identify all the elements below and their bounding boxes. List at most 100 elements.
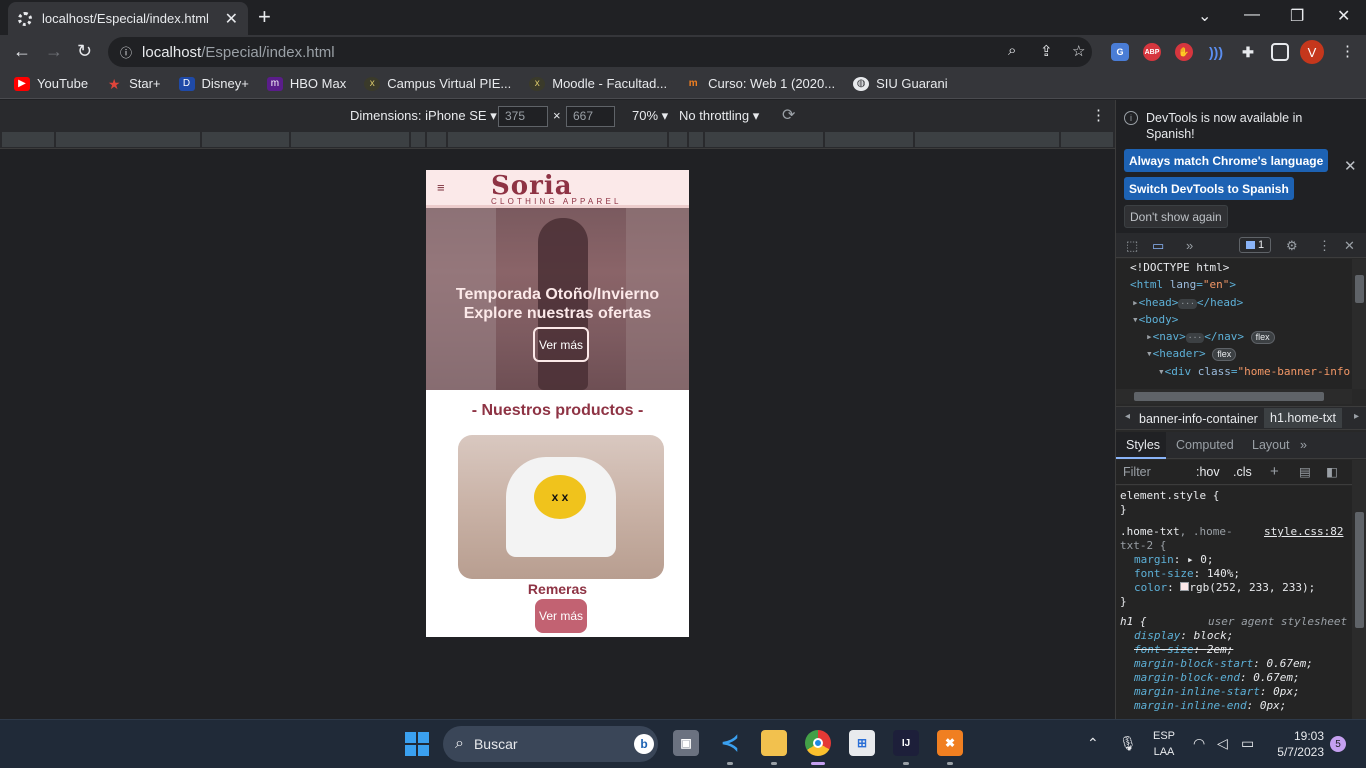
rotate-icon[interactable]: ⟳ — [782, 105, 795, 125]
ruler-segment[interactable] — [56, 132, 200, 147]
bookmark-campus[interactable]: x Campus Virtual PIE... — [364, 76, 511, 91]
task-view-icon[interactable]: ▣ — [673, 730, 699, 756]
banner-ver-mas-button[interactable]: Ver más — [533, 327, 589, 362]
ruler-segment[interactable] — [2, 132, 54, 147]
ruler-segment[interactable] — [1061, 132, 1113, 147]
dom-node[interactable]: <html lang="en"> — [1120, 276, 1352, 293]
switch-to-spanish-button[interactable]: Switch DevTools to Spanish — [1124, 177, 1294, 200]
infobar-close-icon[interactable]: ✕ — [1344, 157, 1357, 175]
breadcrumb-item-selected[interactable]: h1.home-txt — [1264, 408, 1343, 428]
always-match-language-button[interactable]: Always match Chrome's language — [1124, 149, 1329, 172]
hamburger-menu-icon[interactable]: ≡ — [437, 180, 445, 195]
collapse-triangle-icon[interactable]: ▾ — [1158, 365, 1165, 378]
minimize-button[interactable]: — — [1244, 6, 1260, 24]
hov-toggle[interactable]: :hov — [1196, 465, 1220, 479]
issues-counter[interactable]: 1 — [1239, 237, 1271, 253]
extensions-puzzle-icon[interactable]: ✚ — [1239, 43, 1257, 61]
xampp-icon[interactable]: ✖ — [937, 730, 963, 756]
menu-kebab-icon[interactable]: ⋮ — [1340, 42, 1355, 60]
bookmark-starplus[interactable]: ★ Star+ — [106, 76, 161, 91]
breadcrumb-right-icon[interactable]: ▸ — [1354, 411, 1359, 422]
filter-input[interactable]: Filter — [1123, 465, 1151, 479]
site-info-icon[interactable]: ⓘ — [120, 44, 132, 61]
bookmark-star-icon[interactable]: ☆ — [1072, 42, 1085, 60]
dont-show-again-button[interactable]: Don't show again — [1124, 205, 1228, 228]
stylesheet-link[interactable]: style.css:82 — [1264, 525, 1343, 539]
devtools-menu-icon[interactable]: ⋮ — [1318, 238, 1331, 254]
new-rule-plus-icon[interactable]: + — [1270, 463, 1279, 480]
forward-arrow-icon[interactable]: → — [45, 41, 63, 62]
device-options-icon[interactable]: ⋮ — [1091, 106, 1106, 124]
dom-node[interactable]: ▾<body> — [1120, 311, 1352, 328]
cls-toggle[interactable]: .cls — [1233, 465, 1252, 479]
microphone-icon[interactable]: 🎙 — [1119, 735, 1137, 752]
bookmark-youtube[interactable]: ▶ YouTube — [14, 76, 88, 91]
tray-chevron-icon[interactable]: ⌃ — [1087, 735, 1099, 752]
ruler-segment[interactable] — [291, 132, 409, 147]
more-tabs-icon[interactable]: » — [1186, 238, 1193, 253]
wifi-icon[interactable]: ◠ — [1193, 735, 1205, 752]
profile-avatar[interactable]: V — [1300, 40, 1324, 64]
settings-gear-icon[interactable]: ⚙ — [1286, 238, 1298, 254]
computed-sidebar-icon[interactable]: ◧ — [1326, 464, 1338, 479]
waves-icon[interactable]: ))) — [1207, 43, 1225, 61]
new-tab-button[interactable]: + — [258, 4, 271, 30]
address-url[interactable]: localhost/Especial/index.html — [142, 44, 335, 61]
share-icon[interactable]: ⇪ — [1040, 42, 1053, 60]
collapse-triangle-icon[interactable]: ▾ — [1146, 347, 1153, 360]
translate-icon[interactable]: G — [1111, 43, 1129, 61]
side-panel-icon[interactable] — [1271, 43, 1289, 61]
ruler-segment[interactable] — [915, 132, 1059, 147]
ruler-segment[interactable] — [825, 132, 913, 147]
color-format-icon[interactable]: ▤ — [1299, 464, 1311, 479]
product-image[interactable]: x x — [458, 435, 664, 579]
expand-triangle-icon[interactable]: ▸ — [1146, 330, 1153, 343]
window-close-button[interactable]: ✕ — [1337, 6, 1350, 26]
collapse-triangle-icon[interactable]: ▾ — [1132, 313, 1139, 326]
css-rule-h1-user-agent[interactable]: user agent stylesheet h1 { display: bloc… — [1120, 615, 1348, 713]
ruler-segment[interactable] — [689, 132, 703, 147]
ruler-segment[interactable] — [705, 132, 823, 147]
bookmark-siu[interactable]: ◍ SIU Guarani — [853, 76, 948, 91]
store-icon[interactable]: ⊞ — [849, 730, 875, 756]
ruler-segment[interactable] — [669, 132, 687, 147]
device-width-input[interactable]: 375 — [498, 106, 548, 127]
stop-hand-icon[interactable]: ✋ — [1175, 43, 1193, 61]
address-bar[interactable]: ⓘ localhost/Especial/index.html — [108, 37, 1092, 67]
throttling-dropdown[interactable]: No throttling ▾ — [679, 108, 759, 124]
volume-icon[interactable]: ◁ — [1217, 735, 1228, 752]
clock[interactable]: 19:03 5/7/2023 — [1270, 728, 1324, 760]
dom-node[interactable]: ▸<nav> ··· </nav> flex — [1120, 328, 1352, 345]
tab-layout[interactable]: Layout — [1252, 438, 1290, 452]
bookmark-moodle[interactable]: x Moodle - Facultad... — [529, 76, 667, 91]
chrome-icon[interactable] — [805, 730, 831, 756]
tab-styles[interactable]: Styles — [1126, 438, 1160, 452]
dom-node[interactable]: ▸<head> ··· </head> — [1120, 294, 1352, 311]
browser-tab[interactable]: localhost/Especial/index.html ✕ — [8, 2, 248, 35]
ruler-segment[interactable] — [448, 132, 667, 147]
elements-vertical-scrollbar[interactable] — [1352, 259, 1366, 389]
bookmark-disney[interactable]: D Disney+ — [178, 76, 249, 91]
zoom-search-icon[interactable]: ⌕ — [1008, 42, 1016, 59]
file-explorer-icon[interactable] — [761, 730, 787, 756]
back-arrow-icon[interactable]: ← — [13, 41, 31, 62]
tab-search-icon[interactable]: ⌄ — [1198, 6, 1211, 26]
bookmark-curso[interactable]: m Curso: Web 1 (2020... — [685, 76, 835, 91]
devtools-close-icon[interactable]: ✕ — [1344, 238, 1355, 254]
dimensions-dropdown[interactable]: Dimensions: iPhone SE ▾ — [350, 108, 497, 124]
notification-badge[interactable]: 5 — [1330, 736, 1346, 752]
bookmark-hbo[interactable]: m HBO Max — [266, 76, 346, 91]
battery-icon[interactable]: ▭ — [1241, 735, 1254, 752]
ruler-segment[interactable] — [202, 132, 289, 147]
css-rule-home-txt[interactable]: style.css:82 .home-txt, .home-txt-2 { ma… — [1120, 525, 1348, 609]
device-toggle-icon[interactable]: ▭ — [1152, 238, 1164, 254]
intellij-icon[interactable]: IJ — [893, 730, 919, 756]
css-rule-element-style[interactable]: element.style { } — [1120, 489, 1348, 517]
ruler-segment[interactable] — [411, 132, 425, 147]
dom-node[interactable]: <!DOCTYPE html> — [1120, 259, 1352, 276]
styles-scrollbar[interactable] — [1352, 460, 1366, 719]
adblock-icon[interactable]: ABP — [1143, 43, 1161, 61]
inspect-element-icon[interactable]: ⬚ — [1126, 238, 1138, 254]
product-ver-mas-button[interactable]: Ver más — [535, 599, 587, 633]
dom-node[interactable]: ▾<header> flex — [1120, 345, 1352, 362]
